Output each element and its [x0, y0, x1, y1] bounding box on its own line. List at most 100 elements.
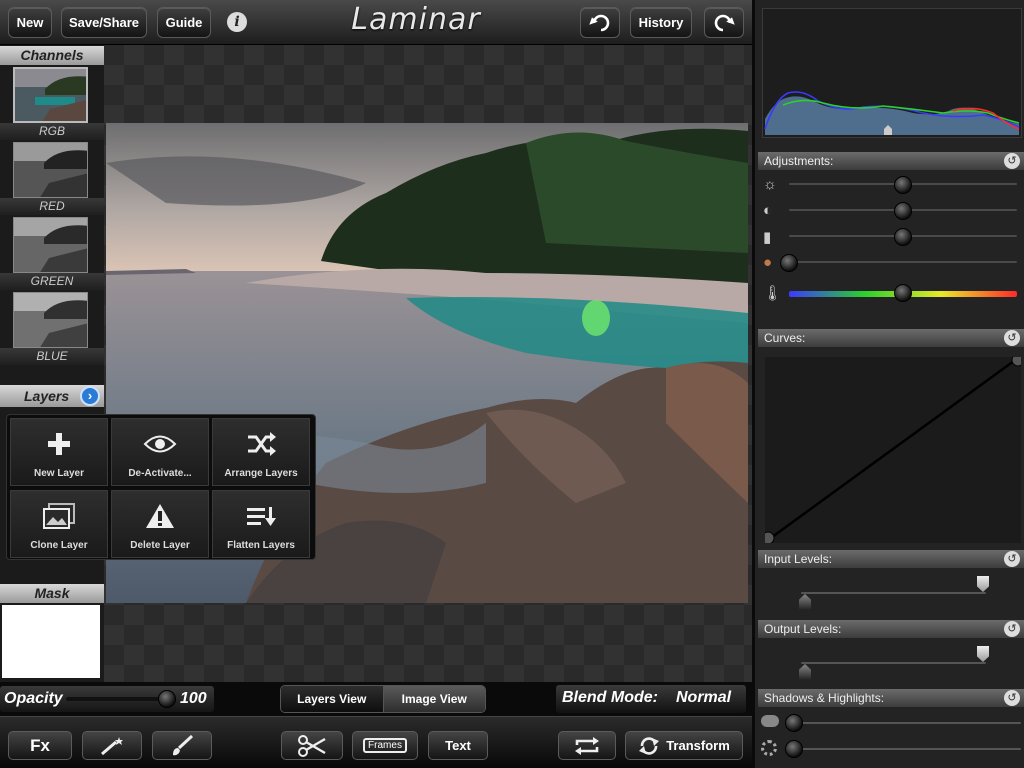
curves-editor[interactable] [761, 353, 1024, 545]
histogram [762, 8, 1022, 138]
undo-button[interactable] [580, 7, 620, 38]
transform-button[interactable]: Transform [625, 731, 743, 760]
adjustments-header-label: Adjustments: [764, 154, 834, 168]
input-levels-black-point[interactable] [799, 594, 811, 610]
save-share-button[interactable]: Save/Share [61, 7, 147, 38]
clone-layer-button[interactable]: Clone Layer [10, 490, 108, 558]
deactivate-layer-label: De-Activate... [128, 468, 192, 479]
delete-layer-label: Delete Layer [130, 540, 190, 551]
saturation-icon: ▮ [763, 229, 772, 246]
arrange-layers-button[interactable]: Arrange Layers [212, 418, 310, 486]
channels-header: Channels [0, 46, 104, 65]
input-levels-white-point[interactable] [977, 576, 989, 592]
eye-icon [143, 435, 177, 453]
histogram-graph [764, 91, 1020, 135]
right-panel: Adjustments: ↺ ☼ ◐ ▮ ● 🌡 Curves: ↺ Input Lev… [752, 0, 1024, 768]
channel-thumb-red[interactable] [13, 142, 88, 198]
magic-wand-button[interactable] [82, 731, 142, 760]
warning-icon [146, 504, 174, 528]
transform-label: Transform [666, 738, 730, 753]
tab-layers-view[interactable]: Layers View [281, 686, 384, 712]
flatten-layers-button[interactable]: Flatten Layers [212, 490, 310, 558]
blend-mode-control[interactable]: Blend Mode: Normal [556, 685, 746, 713]
delete-layer-button[interactable]: Delete Layer [111, 490, 209, 558]
output-levels-track[interactable] [801, 662, 986, 664]
opacity-slider-track[interactable] [66, 697, 172, 701]
mask-header: Mask [0, 584, 104, 603]
deactivate-layer-button[interactable]: De-Activate... [111, 418, 209, 486]
channel-thumb-green[interactable] [13, 217, 88, 273]
new-button[interactable]: New [8, 7, 52, 38]
rotate-icon [639, 736, 660, 755]
reset-curves-icon[interactable]: ↺ [1004, 330, 1020, 346]
layers-header[interactable]: Layers › [0, 385, 104, 407]
opacity-control: Opacity 100 [0, 686, 214, 712]
flatten-layers-label: Flatten Layers [227, 540, 295, 551]
output-levels-header-label: Output Levels: [764, 622, 842, 636]
channel-label-rgb[interactable]: RGB [0, 123, 104, 140]
brush-button[interactable] [152, 731, 212, 760]
adjustment-slider-knob[interactable] [894, 284, 912, 302]
redo-icon [714, 14, 735, 31]
output-levels-black-point[interactable] [799, 664, 811, 680]
input-levels-track[interactable] [801, 592, 986, 594]
text-button[interactable]: Text [428, 731, 488, 760]
adjustment-slider-track[interactable] [789, 261, 1017, 263]
shuffle-icon [248, 432, 276, 456]
brush-icon [173, 734, 194, 755]
red-thumbnail [14, 143, 87, 197]
image-stack-icon [43, 503, 75, 529]
input-levels-header: Input Levels: ↺ [758, 550, 1024, 568]
reset-shadows-highlights-icon[interactable]: ↺ [1004, 690, 1020, 706]
output-levels-white-point[interactable] [977, 646, 989, 662]
guide-button[interactable]: Guide [157, 7, 211, 38]
reset-input-levels-icon[interactable]: ↺ [1004, 551, 1020, 567]
channel-label-red[interactable]: RED [0, 198, 104, 215]
flatten-icon [247, 507, 276, 526]
highlights-slider-knob[interactable] [785, 740, 803, 758]
adjustment-slider-knob[interactable] [780, 254, 798, 272]
adjustment-slider-knob[interactable] [894, 228, 912, 246]
opacity-label: Opacity [4, 690, 63, 707]
channel-label-green[interactable]: GREEN [0, 273, 104, 290]
blend-mode-value: Normal [676, 689, 732, 706]
new-layer-button[interactable]: New Layer [10, 418, 108, 486]
opacity-slider-knob[interactable] [158, 690, 176, 708]
adjustment-slider-knob[interactable] [894, 202, 912, 220]
opacity-value: 100 [180, 690, 207, 707]
reset-adjustments-icon[interactable]: ↺ [1004, 153, 1020, 169]
canvas-area[interactable]: New Layer De-Activate... Arrange Layers … [6, 45, 752, 682]
sun-icon [761, 740, 777, 756]
info-icon[interactable]: i [227, 12, 247, 32]
adjustment-slider-knob[interactable] [894, 176, 912, 194]
swap-button[interactable] [558, 731, 616, 760]
undo-icon [589, 14, 610, 31]
fx-button[interactable]: Fx [8, 731, 72, 760]
shadows-highlights-header: Shadows & Highlights: ↺ [758, 689, 1024, 707]
layers-header-label: Layers [24, 388, 70, 404]
curves-graph [761, 353, 1024, 545]
history-button[interactable]: History [630, 7, 692, 38]
channel-label-blue[interactable]: BLUE [0, 348, 104, 365]
adjustments-header: Adjustments: ↺ [758, 152, 1024, 170]
output-levels-header: Output Levels: ↺ [758, 620, 1024, 638]
channel-thumb-blue[interactable] [13, 292, 88, 348]
rgb-thumbnail [15, 69, 86, 121]
green-thumbnail [14, 218, 87, 272]
shadows-slider-track[interactable] [785, 722, 1021, 724]
mask-thumbnail[interactable] [2, 605, 100, 678]
highlights-slider-track[interactable] [785, 748, 1021, 750]
top-toolbar: New Save/Share Guide i Laminar History [0, 0, 752, 45]
shadows-highlights-header-label: Shadows & Highlights: [764, 691, 885, 705]
shadows-slider-knob[interactable] [785, 714, 803, 732]
frames-button[interactable]: Frames [352, 731, 418, 760]
layers-menu-popup: New Layer De-Activate... Arrange Layers … [6, 414, 316, 560]
chevron-right-icon[interactable]: › [80, 386, 100, 406]
reset-output-levels-icon[interactable]: ↺ [1004, 621, 1020, 637]
tab-image-view[interactable]: Image View [383, 686, 485, 712]
scissors-button[interactable] [281, 731, 343, 760]
channel-thumb-rgb[interactable] [13, 67, 88, 123]
left-panel: Channels RGB RED GREEN BLUE Layers › Mas… [0, 45, 104, 682]
redo-button[interactable] [704, 7, 744, 38]
contrast-icon: ◐ [763, 202, 773, 219]
